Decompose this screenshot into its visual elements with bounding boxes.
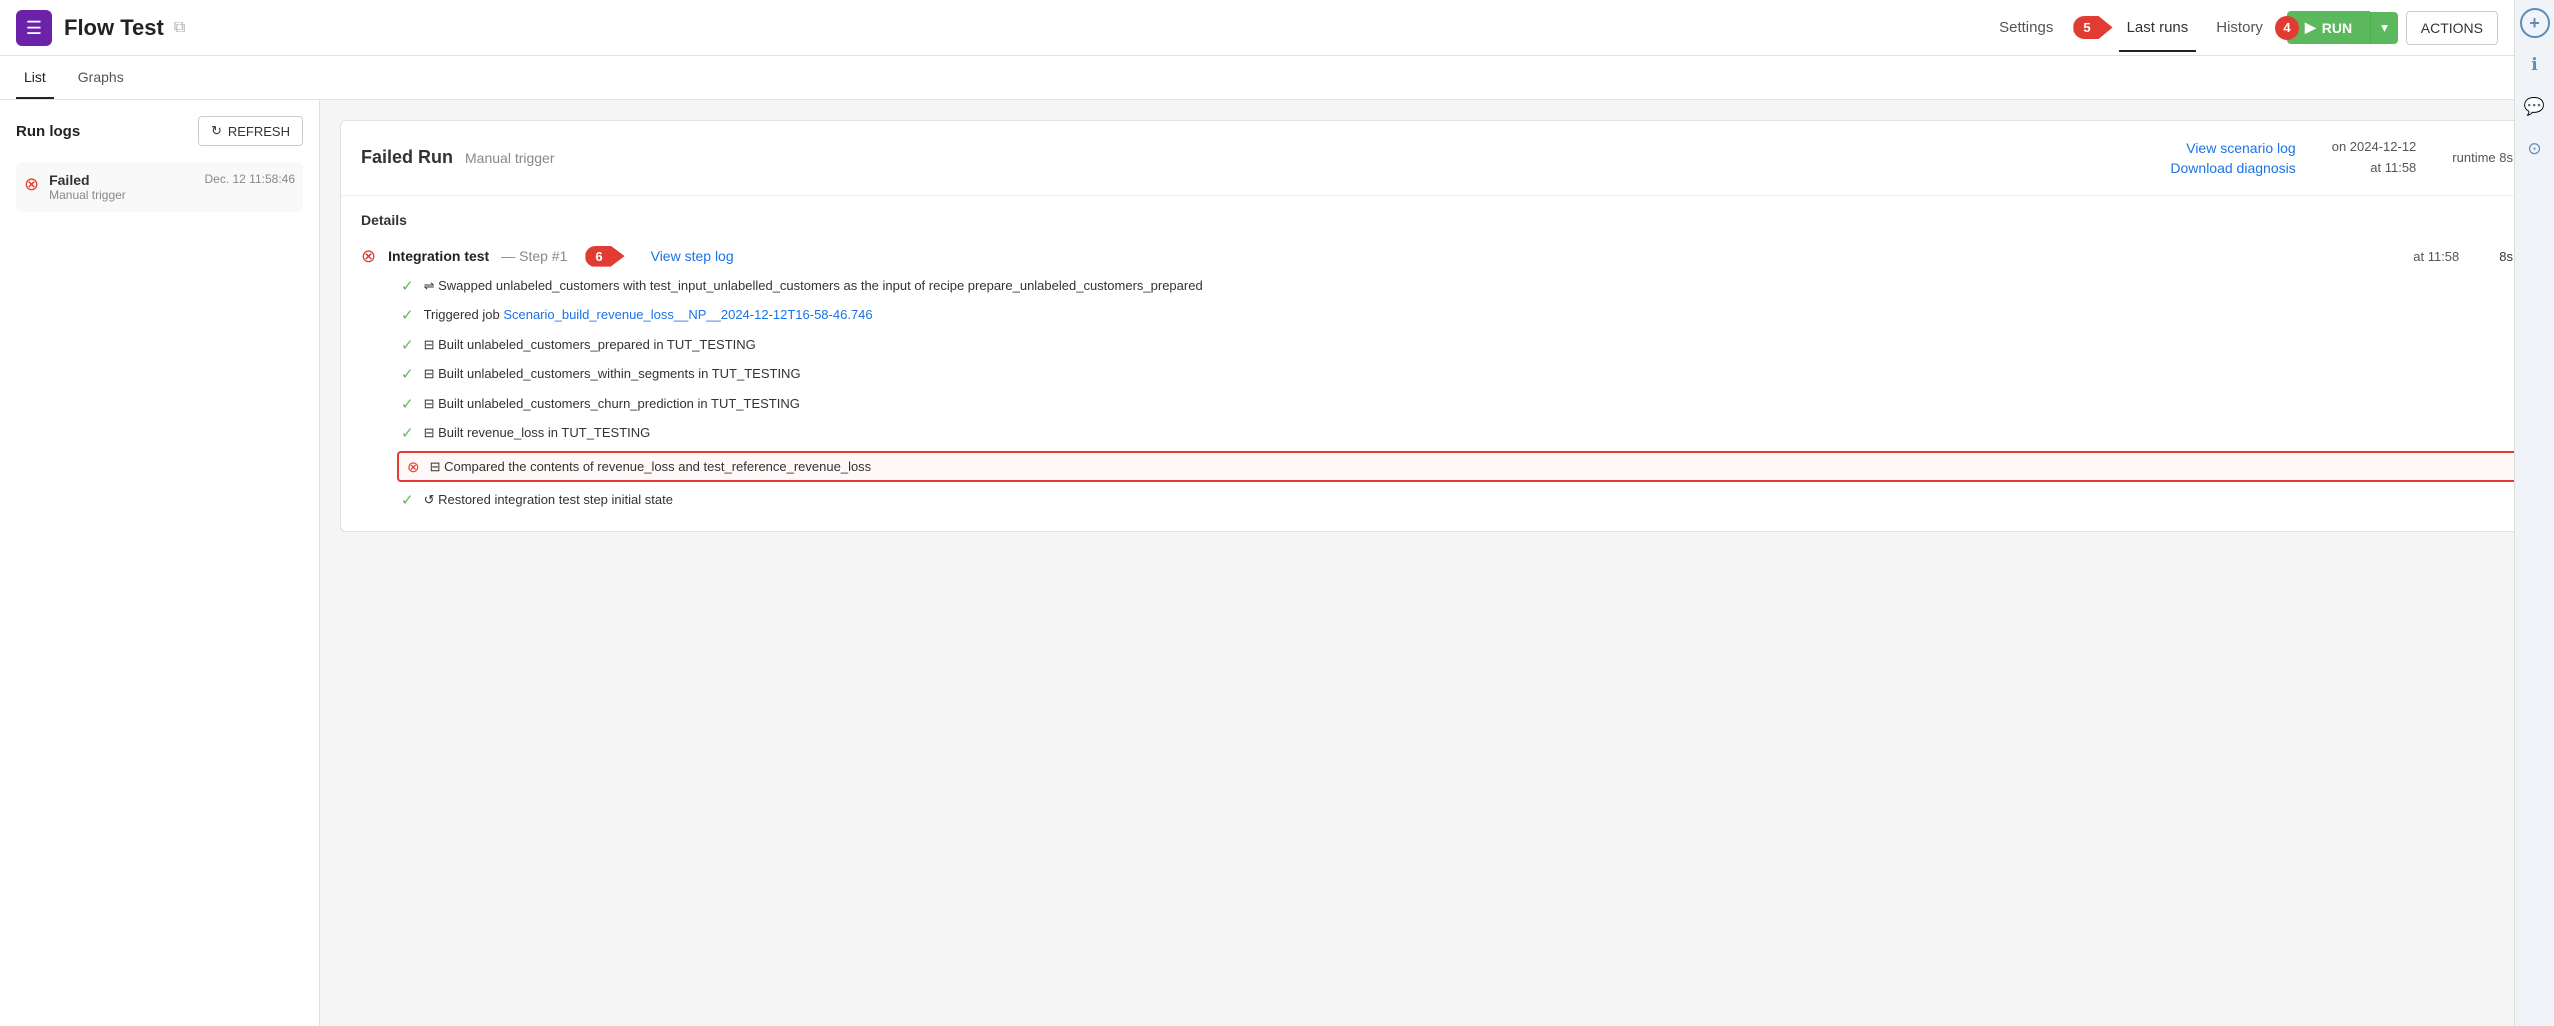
nav-last-runs[interactable]: Last runs: [2119, 15, 2197, 40]
sub-item-6-text: ⊟ Compared the contents of revenue_loss …: [430, 457, 872, 477]
sub-item-0-icon: ✓: [401, 277, 414, 295]
nav-settings[interactable]: Settings: [1991, 15, 2061, 40]
sub-item-2-text: ⊟ Built unlabeled_customers_prepared in …: [424, 335, 756, 355]
sub-item-5-text: ⊟ Built revenue_loss in TUT_TESTING: [424, 423, 651, 443]
run-list-item[interactable]: ⊗ Failed Manual trigger Dec. 12 11:58:46: [16, 162, 303, 212]
step-number: — Step #1: [501, 248, 567, 264]
view-step-log-link[interactable]: View step log: [651, 248, 734, 264]
last-runs-badge: 5: [2073, 16, 2112, 39]
step-badge: 6: [585, 246, 624, 267]
sub-item-5: ✓ ⊟ Built revenue_loss in TUT_TESTING: [401, 418, 2513, 448]
step-sub-items: ✓ ⇌ Swapped unlabeled_customers with tes…: [401, 271, 2513, 515]
triggered-job-link[interactable]: Scenario_build_revenue_loss__NP__2024-12…: [503, 307, 872, 322]
run-item-info: Failed Manual trigger: [49, 172, 194, 202]
sub-item-4-icon: ✓: [401, 395, 414, 413]
run-count-badge: 4: [2275, 16, 2299, 40]
failed-run-label: Failed Run: [361, 147, 453, 168]
refresh-icon: ↻: [211, 123, 222, 139]
download-diagnosis-link[interactable]: Download diagnosis: [2170, 160, 2295, 176]
step-row: ⊗ Integration test — Step #1 6 View step…: [361, 242, 2513, 271]
step-duration: 8s: [2499, 249, 2513, 264]
sub-item-3: ✓ ⊟ Built unlabeled_customers_within_seg…: [401, 359, 2513, 389]
refresh-label: REFRESH: [228, 124, 290, 139]
run-card-header: Failed Run Manual trigger View scenario …: [341, 121, 2533, 196]
run-button[interactable]: ▶ RUN: [2287, 11, 2370, 44]
tab-graphs[interactable]: Graphs: [70, 57, 132, 99]
right-add-button[interactable]: +: [2520, 8, 2550, 38]
sub-item-3-text: ⊟ Built unlabeled_customers_within_segme…: [424, 364, 801, 384]
run-status: Failed: [49, 172, 194, 188]
run-card: Failed Run Manual trigger View scenario …: [340, 120, 2534, 532]
sidebar-title: Run logs: [16, 123, 80, 140]
menu-button[interactable]: ☰: [16, 10, 52, 46]
right-circle-button[interactable]: ⊙: [2520, 134, 2550, 164]
nav-history[interactable]: History: [2208, 15, 2271, 40]
view-scenario-log-link[interactable]: View scenario log: [2186, 140, 2295, 156]
sub-item-7: ✓ ↺ Restored integration test step initi…: [401, 485, 2513, 515]
sub-item-5-icon: ✓: [401, 424, 414, 442]
run-play-icon: ▶: [2305, 19, 2316, 36]
header: ☰ Flow Test ⧉ Settings 5 Last runs Histo…: [0, 0, 2554, 56]
left-sidebar: Run logs ↻ REFRESH ⊗ Failed Manual trigg…: [0, 100, 320, 1026]
run-runtime: runtime 8s: [2452, 150, 2513, 165]
run-fail-icon: ⊗: [24, 174, 39, 195]
details-title: Details: [361, 212, 2513, 228]
step-at-time: at 11:58: [2413, 249, 2459, 264]
run-date: Dec. 12 11:58:46: [204, 172, 295, 186]
copy-icon[interactable]: ⧉: [174, 19, 185, 37]
main-layout: Run logs ↻ REFRESH ⊗ Failed Manual trigg…: [0, 100, 2554, 1026]
sub-item-4-text: ⊟ Built unlabeled_customers_churn_predic…: [424, 394, 800, 414]
menu-icon: ☰: [26, 19, 42, 37]
step-fail-icon: ⊗: [361, 246, 376, 267]
sub-item-6-icon: ⊗: [407, 458, 420, 476]
sub-item-0: ✓ ⇌ Swapped unlabeled_customers with tes…: [401, 271, 2513, 301]
sub-item-0-text: ⇌ Swapped unlabeled_customers with test_…: [424, 276, 1203, 296]
sub-item-7-text: ↺ Restored integration test step initial…: [424, 490, 673, 510]
sub-item-1-text: Triggered job Scenario_build_revenue_los…: [424, 305, 873, 325]
sub-item-2: ✓ ⊟ Built unlabeled_customers_prepared i…: [401, 330, 2513, 360]
sub-item-4: ✓ ⊟ Built unlabeled_customers_churn_pred…: [401, 389, 2513, 419]
step-name: Integration test: [388, 248, 489, 264]
run-card-body: Details ⊗ Integration test — Step #1 6 V…: [341, 196, 2533, 531]
manual-trigger-label: Manual trigger: [465, 150, 555, 166]
sidebar-header: Run logs ↻ REFRESH: [16, 116, 303, 146]
sub-item-1: ✓ Triggered job Scenario_build_revenue_l…: [401, 300, 2513, 330]
sub-item-6: ⊗ ⊟ Compared the contents of revenue_los…: [397, 451, 2517, 483]
right-chat-button[interactable]: 💬: [2520, 92, 2550, 122]
nav-last-runs-wrapper: 5 Last runs: [2073, 15, 2196, 40]
run-label: RUN: [2322, 20, 2352, 36]
chevron-down-icon: ▾: [2381, 20, 2388, 35]
tab-list[interactable]: List: [16, 57, 54, 99]
sub-item-2-icon: ✓: [401, 336, 414, 354]
run-dropdown-button[interactable]: ▾: [2370, 12, 2398, 44]
sub-item-1-icon: ✓: [401, 306, 414, 324]
sub-nav: List Graphs: [0, 56, 2554, 100]
run-date-display: on 2024-12-12 at 11:58: [2332, 137, 2417, 179]
run-btn-group: 4 ▶ RUN ▾: [2287, 11, 2398, 44]
header-nav: Settings 5 Last runs History: [1991, 15, 2271, 40]
sub-item-3-icon: ✓: [401, 365, 414, 383]
run-trigger: Manual trigger: [49, 188, 194, 202]
right-sidebar: + ℹ 💬 ⊙: [2514, 0, 2554, 1026]
right-info-button[interactable]: ℹ: [2520, 50, 2550, 80]
sub-item-7-icon: ✓: [401, 491, 414, 509]
run-card-links: View scenario log Download diagnosis: [2170, 140, 2295, 176]
refresh-button[interactable]: ↻ REFRESH: [198, 116, 303, 146]
triggered-prefix: Triggered job: [424, 307, 504, 322]
actions-button[interactable]: ACTIONS: [2406, 11, 2498, 45]
page-title: Flow Test: [64, 15, 164, 41]
content-area: Failed Run Manual trigger View scenario …: [320, 100, 2554, 1026]
step-timing: at 11:58 8s: [2413, 249, 2513, 264]
